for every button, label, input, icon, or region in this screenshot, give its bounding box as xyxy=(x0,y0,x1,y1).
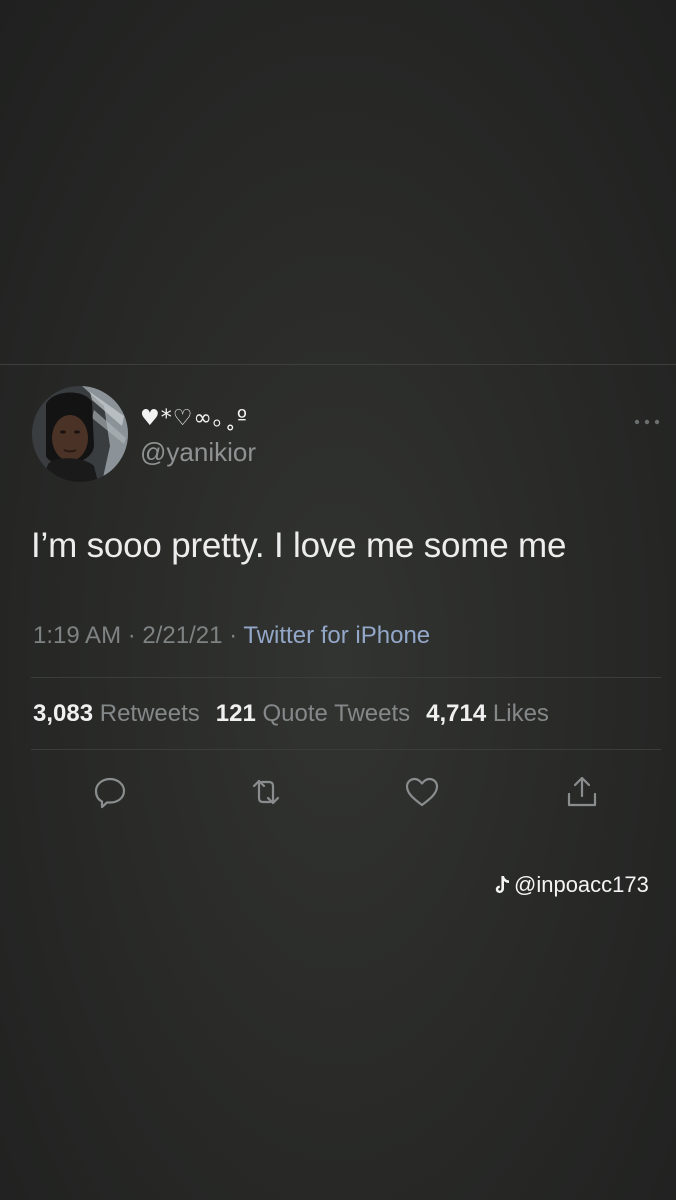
like-button[interactable] xyxy=(404,774,440,810)
retweets-stat[interactable]: 3,083 Retweets xyxy=(33,700,200,727)
meta-separator: · xyxy=(229,622,238,649)
tweet-text: I’m sooo pretty. I love me some me xyxy=(31,526,567,565)
tiktok-icon xyxy=(495,876,509,893)
reply-button[interactable] xyxy=(92,774,128,810)
tweet-meta: 1:19 AM · 2/21/21 · Twitter for iPhone xyxy=(33,622,430,650)
tweet-date: 2/21/21 xyxy=(142,622,223,649)
quotes-label: Quote Tweets xyxy=(262,700,411,727)
retweet-button[interactable] xyxy=(248,774,284,810)
retweet-icon xyxy=(252,779,280,805)
avatar-image xyxy=(32,386,128,482)
share-icon xyxy=(567,776,597,807)
like-icon xyxy=(405,777,439,807)
tweet-time: 1:19 AM xyxy=(33,622,122,649)
more-icon[interactable] xyxy=(632,414,662,425)
user-handle[interactable]: @yanikior xyxy=(140,437,256,468)
top-divider xyxy=(0,364,676,365)
tweet-stats: 3,083 Retweets 121 Quote Tweets 4,714 Like… xyxy=(33,700,549,728)
retweets-count: 3,083 xyxy=(33,700,94,727)
quotes-count: 121 xyxy=(215,700,256,727)
share-button[interactable] xyxy=(564,774,600,810)
quotes-stat[interactable]: 121 Quote Tweets xyxy=(216,700,410,727)
tiktok-watermark: @inpoacc173 xyxy=(494,872,649,898)
avatar[interactable] xyxy=(32,386,128,482)
retweets-label: Retweets xyxy=(99,700,200,727)
divider xyxy=(31,677,661,678)
likes-label: Likes xyxy=(492,700,549,727)
likes-stat[interactable]: 4,714 Likes xyxy=(426,700,549,727)
likes-count: 4,714 xyxy=(426,700,487,727)
display-name[interactable]: ♥*♡∞｡˳º xyxy=(140,400,248,432)
reply-icon xyxy=(94,777,126,809)
divider xyxy=(31,749,661,750)
meta-separator: · xyxy=(127,622,136,649)
watermark-text: @inpoacc173 xyxy=(514,872,649,897)
tweet-source-link[interactable]: Twitter for iPhone xyxy=(243,622,430,649)
